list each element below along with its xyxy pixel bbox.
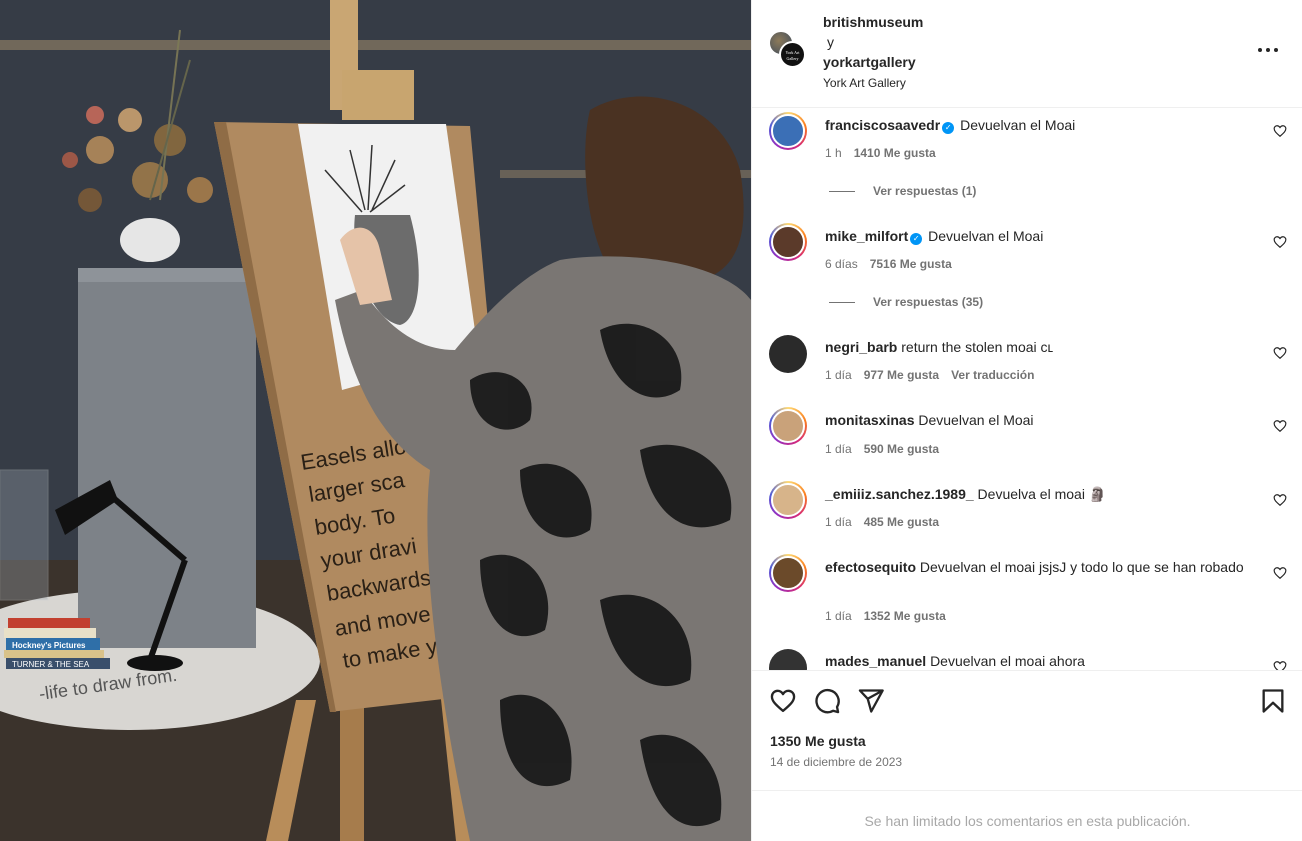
comment-likes[interactable]: 7516 Me gusta [870, 257, 952, 271]
comment-username[interactable]: negri_barb [825, 339, 897, 355]
comment-time[interactable]: 1 h [825, 146, 842, 160]
comment-text: Devuelvan el Moai [918, 412, 1034, 428]
photo-illustration: -life to draw from. Hockney's Pictures T… [0, 0, 751, 841]
book-title-1: Hockney's Pictures [12, 641, 86, 650]
comment-like-icon[interactable] [1273, 346, 1287, 360]
comment-text: return the stolen moai ᴄʟ [901, 339, 1054, 355]
post-date[interactable]: 14 de diciembre de 2023 [770, 755, 902, 769]
comment-likes[interactable]: 590 Me gusta [864, 442, 939, 456]
comment-likes[interactable]: 1410 Me gusta [854, 146, 936, 160]
verified-badge-icon: ✓ [942, 122, 955, 134]
comment-username[interactable]: _emiiiz.sanchez.1989_ [825, 486, 974, 502]
share-icon[interactable] [857, 687, 885, 715]
comment-username[interactable]: franciscosaavedr [825, 117, 940, 133]
comment-like-icon[interactable] [1273, 493, 1287, 507]
comment-username[interactable]: monitasxinas [825, 412, 914, 428]
avatar[interactable] [769, 407, 807, 445]
post-header: York Art Gallery britishmuseum y yorkart… [752, 0, 1302, 108]
comments-limited-notice: Se han limitado los comentarios en esta … [864, 813, 1191, 829]
comment-like-icon[interactable] [1273, 419, 1287, 433]
avatar[interactable]: York Art Gallery [779, 41, 806, 68]
avatar[interactable] [769, 554, 807, 592]
likes-count[interactable]: 1350 Me gusta [770, 733, 866, 749]
book-title-2: TURNER & THE SEA [12, 660, 90, 669]
view-replies-button[interactable]: Ver respuestas (35) [829, 294, 983, 310]
comment-time[interactable]: 1 día [825, 515, 852, 529]
author-connector: y [827, 34, 834, 50]
collab-avatars[interactable]: York Art Gallery [768, 30, 808, 70]
comment-text: Devuelvan el moai jsjsJ y todo lo que se… [919, 559, 1244, 575]
post-actions: 1350 Me gusta 14 de diciembre de 2023 [752, 670, 1302, 790]
view-replies-button[interactable]: Ver respuestas (1) [829, 183, 976, 199]
comment-likes[interactable]: 977 Me gusta [864, 368, 939, 382]
comment-likes[interactable]: 485 Me gusta [864, 515, 939, 529]
comment-like-icon[interactable] [1273, 235, 1287, 249]
avatar[interactable] [769, 481, 807, 519]
comment-text: Devuelva el moai 🗿 [977, 486, 1107, 502]
comments-limited-footer: Se han limitado los comentarios en esta … [752, 790, 1302, 841]
comments-list[interactable]: franciscosaavedr ✓ Devuelvan el Moai 1 h1… [752, 109, 1302, 670]
comment-time[interactable]: 1 día [825, 442, 852, 456]
comment-like-icon[interactable] [1273, 124, 1287, 138]
comment-text: Devuelvan el Moai [960, 117, 1076, 133]
comment-username[interactable]: efectosequito [825, 559, 916, 575]
verified-badge-icon: ✓ [910, 233, 923, 245]
comment-time[interactable]: 1 día [825, 368, 852, 382]
comment-time[interactable]: 1 día [825, 609, 852, 623]
avatar[interactable] [769, 335, 807, 373]
comment-time[interactable]: 6 días [825, 257, 858, 271]
comment-username[interactable]: mades_manuel [825, 653, 926, 669]
author-username-1[interactable]: britishmuseum [823, 12, 923, 32]
more-options-icon[interactable] [1257, 40, 1281, 60]
comment-like-icon[interactable] [1273, 566, 1287, 580]
post-location[interactable]: York Art Gallery [823, 72, 923, 94]
comment-text: Devuelvan el Moai [928, 228, 1044, 244]
comment-username[interactable]: mike_milfort [825, 228, 908, 244]
avatar[interactable] [769, 112, 807, 150]
post-photo: -life to draw from. Hockney's Pictures T… [0, 0, 751, 841]
comment-like-icon[interactable] [1273, 660, 1287, 670]
comment-text: Devuelvan el moai ahora [930, 653, 1085, 669]
see-translation-button[interactable]: Ver traducción [951, 368, 1034, 382]
avatar[interactable] [769, 649, 807, 670]
save-icon[interactable] [1259, 687, 1287, 715]
avatar[interactable] [769, 223, 807, 261]
comment-icon[interactable] [813, 687, 841, 715]
post-panel: York Art Gallery britishmuseum y yorkart… [751, 0, 1302, 841]
like-icon[interactable] [769, 687, 797, 715]
author-username-2[interactable]: yorkartgallery [823, 52, 923, 72]
comment-likes[interactable]: 1352 Me gusta [864, 609, 946, 623]
